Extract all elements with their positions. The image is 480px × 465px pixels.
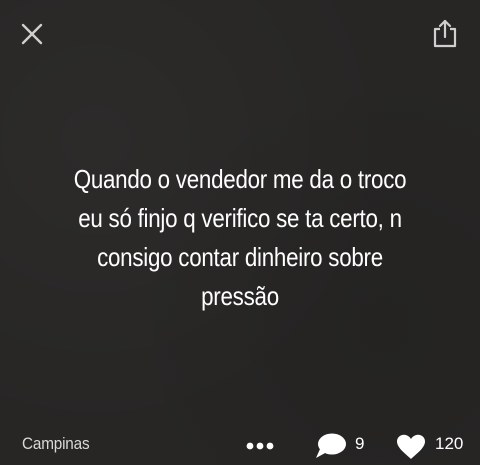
speech-bubble-icon xyxy=(316,433,346,458)
more-options-button[interactable] xyxy=(245,439,275,451)
post-text-line: eu só finjo q verifico se ta certo, n xyxy=(78,203,402,233)
post-footer: Campinas 9 120 xyxy=(0,432,480,460)
location-label[interactable]: Campinas xyxy=(22,434,90,454)
reply-button[interactable]: 9 xyxy=(314,432,374,458)
share-button[interactable] xyxy=(432,18,458,48)
close-icon xyxy=(21,23,43,45)
post-text-line: pressão xyxy=(201,281,279,311)
like-count: 120 xyxy=(435,434,464,453)
post-text-line: Quando o vendedor me da o troco xyxy=(73,164,407,194)
more-options-icon xyxy=(246,442,274,450)
heart-icon xyxy=(397,434,425,459)
share-icon xyxy=(433,19,457,48)
post-text: Quando o vendedor me da o troco eu só fi… xyxy=(59,160,420,316)
post-text-line: consigo contar dinheiro sobre xyxy=(97,242,383,272)
post-screen: Quando o vendedor me da o troco eu só fi… xyxy=(0,0,480,465)
reply-count: 9 xyxy=(355,434,365,453)
close-button[interactable] xyxy=(20,22,44,46)
like-button[interactable]: 120 xyxy=(396,432,476,459)
